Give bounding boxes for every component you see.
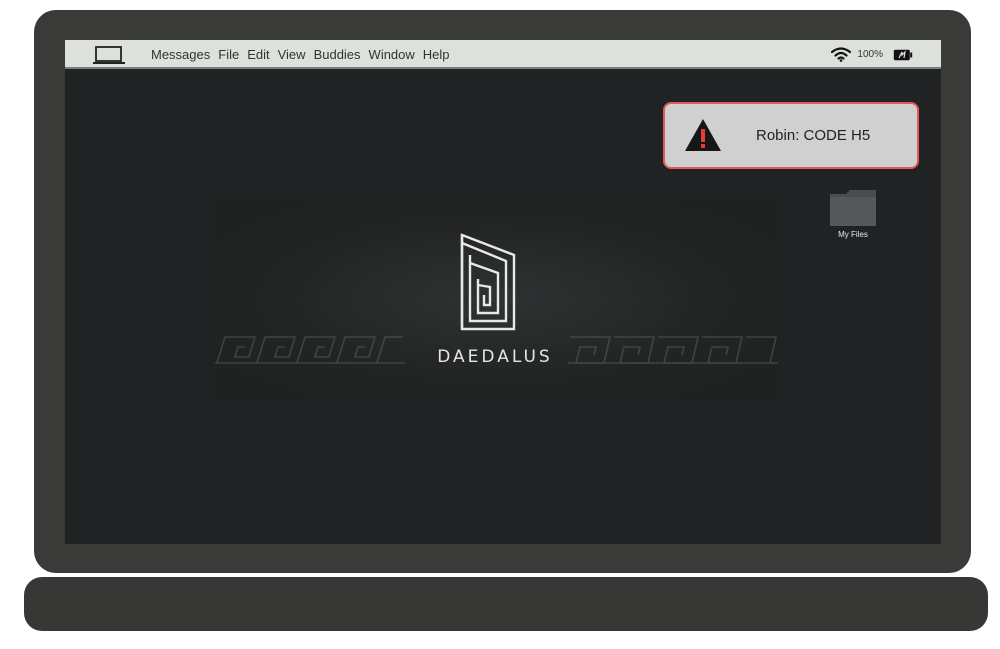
menu-edit[interactable]: Edit	[247, 40, 269, 69]
wifi-icon[interactable]	[831, 47, 852, 62]
battery-percentage: 100%	[857, 49, 883, 60]
battery-icon[interactable]	[893, 49, 913, 61]
menu-bar: Messages File Edit View Buddies Window H…	[65, 40, 941, 69]
laptop-icon[interactable]	[93, 45, 125, 65]
wallpaper: DAEDALUS	[215, 200, 778, 398]
status-area: 100%	[831, 40, 913, 69]
screen: Messages File Edit View Buddies Window H…	[65, 40, 941, 544]
menu-help[interactable]: Help	[423, 40, 450, 69]
notification-message: Robin: CODE H5	[756, 127, 871, 144]
alert-notification[interactable]: Robin: CODE H5	[663, 102, 919, 169]
desktop-folder-my-files[interactable]: My Files	[823, 190, 883, 239]
folder-icon[interactable]	[830, 190, 876, 226]
menu-window[interactable]: Window	[369, 40, 415, 69]
laptop-base	[24, 577, 988, 631]
greek-pattern-left	[215, 336, 405, 364]
daedalus-maze-logo	[460, 233, 516, 331]
greek-pattern-right	[568, 336, 778, 364]
brand-name: DAEDALUS	[437, 347, 553, 367]
folder-label: My Files	[838, 230, 868, 239]
menu-view[interactable]: View	[278, 40, 306, 69]
menu-list: Messages File Edit View Buddies Window H…	[151, 40, 458, 69]
warning-icon	[685, 119, 721, 151]
menu-buddies[interactable]: Buddies	[314, 40, 361, 69]
menu-messages[interactable]: Messages	[151, 40, 210, 69]
menu-file[interactable]: File	[218, 40, 239, 69]
